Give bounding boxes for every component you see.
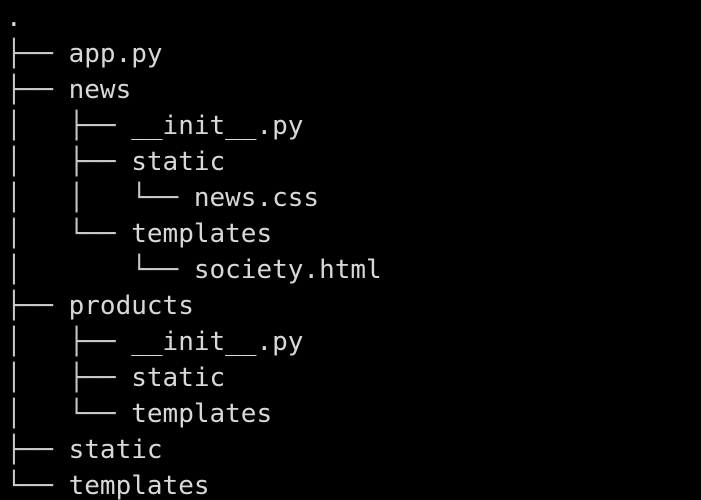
tree-file-name: society.html	[193, 255, 382, 285]
tree-directory-name: products	[68, 291, 194, 321]
tree-directory-name: static	[131, 363, 226, 393]
tree-branch-glyph: │ │ └──	[6, 183, 194, 213]
tree-root-label: .	[6, 3, 22, 33]
tree-entry-line: ├── news	[6, 72, 382, 108]
tree-branch-glyph: │ └──	[6, 255, 194, 285]
tree-entry-line: └── templates	[6, 468, 382, 500]
tree-entry-line: ├── app.py	[6, 36, 382, 72]
terminal-window: . ├── app.py ├── news │ ├── __init__.py │ ├─…	[0, 0, 701, 500]
tree-entry-line: │ ├── __init__.py	[6, 324, 382, 360]
tree-directory-name: static	[131, 147, 226, 177]
tree-entry-line: │ └── templates	[6, 216, 382, 252]
tree-entry-line: │ └── society.html	[6, 252, 382, 288]
tree-directory-name: news	[68, 75, 132, 105]
tree-branch-glyph: │ ├──	[6, 327, 132, 357]
tree-entry-line: ├── static	[6, 432, 382, 468]
tree-branch-glyph: │ ├──	[6, 111, 132, 141]
tree-file-name: news.css	[193, 183, 320, 213]
tree-branch-glyph: ├──	[6, 291, 69, 321]
tree-entry-line: ├── products	[6, 288, 382, 324]
tree-file-name: __init__.py	[131, 111, 304, 141]
tree-directory-name: templates	[68, 471, 210, 500]
tree-branch-glyph: └──	[6, 471, 69, 500]
tree-branch-glyph: ├──	[6, 75, 69, 105]
tree-branch-glyph: │ └──	[6, 219, 132, 249]
tree-file-name: __init__.py	[131, 327, 304, 357]
tree-file-name: app.py	[68, 39, 163, 69]
tree-branch-glyph: │ └──	[6, 399, 132, 429]
tree-output: . ├── app.py ├── news │ ├── __init__.py │ ├─…	[6, 0, 382, 500]
tree-directory-name: templates	[131, 399, 273, 429]
tree-entry-line: │ │ └── news.css	[6, 180, 382, 216]
tree-entry-line: │ ├── __init__.py	[6, 108, 382, 144]
tree-branch-glyph: ├──	[6, 39, 69, 69]
tree-entry-line: │ ├── static	[6, 360, 382, 396]
tree-entry-line: │ └── templates	[6, 396, 382, 432]
tree-branch-glyph: │ ├──	[6, 147, 132, 177]
tree-root-line: .	[6, 0, 382, 36]
tree-branch-glyph: ├──	[6, 435, 69, 465]
tree-directory-name: templates	[131, 219, 273, 249]
tree-directory-name: static	[68, 435, 163, 465]
tree-entry-line: │ ├── static	[6, 144, 382, 180]
tree-branch-glyph: │ ├──	[6, 363, 132, 393]
